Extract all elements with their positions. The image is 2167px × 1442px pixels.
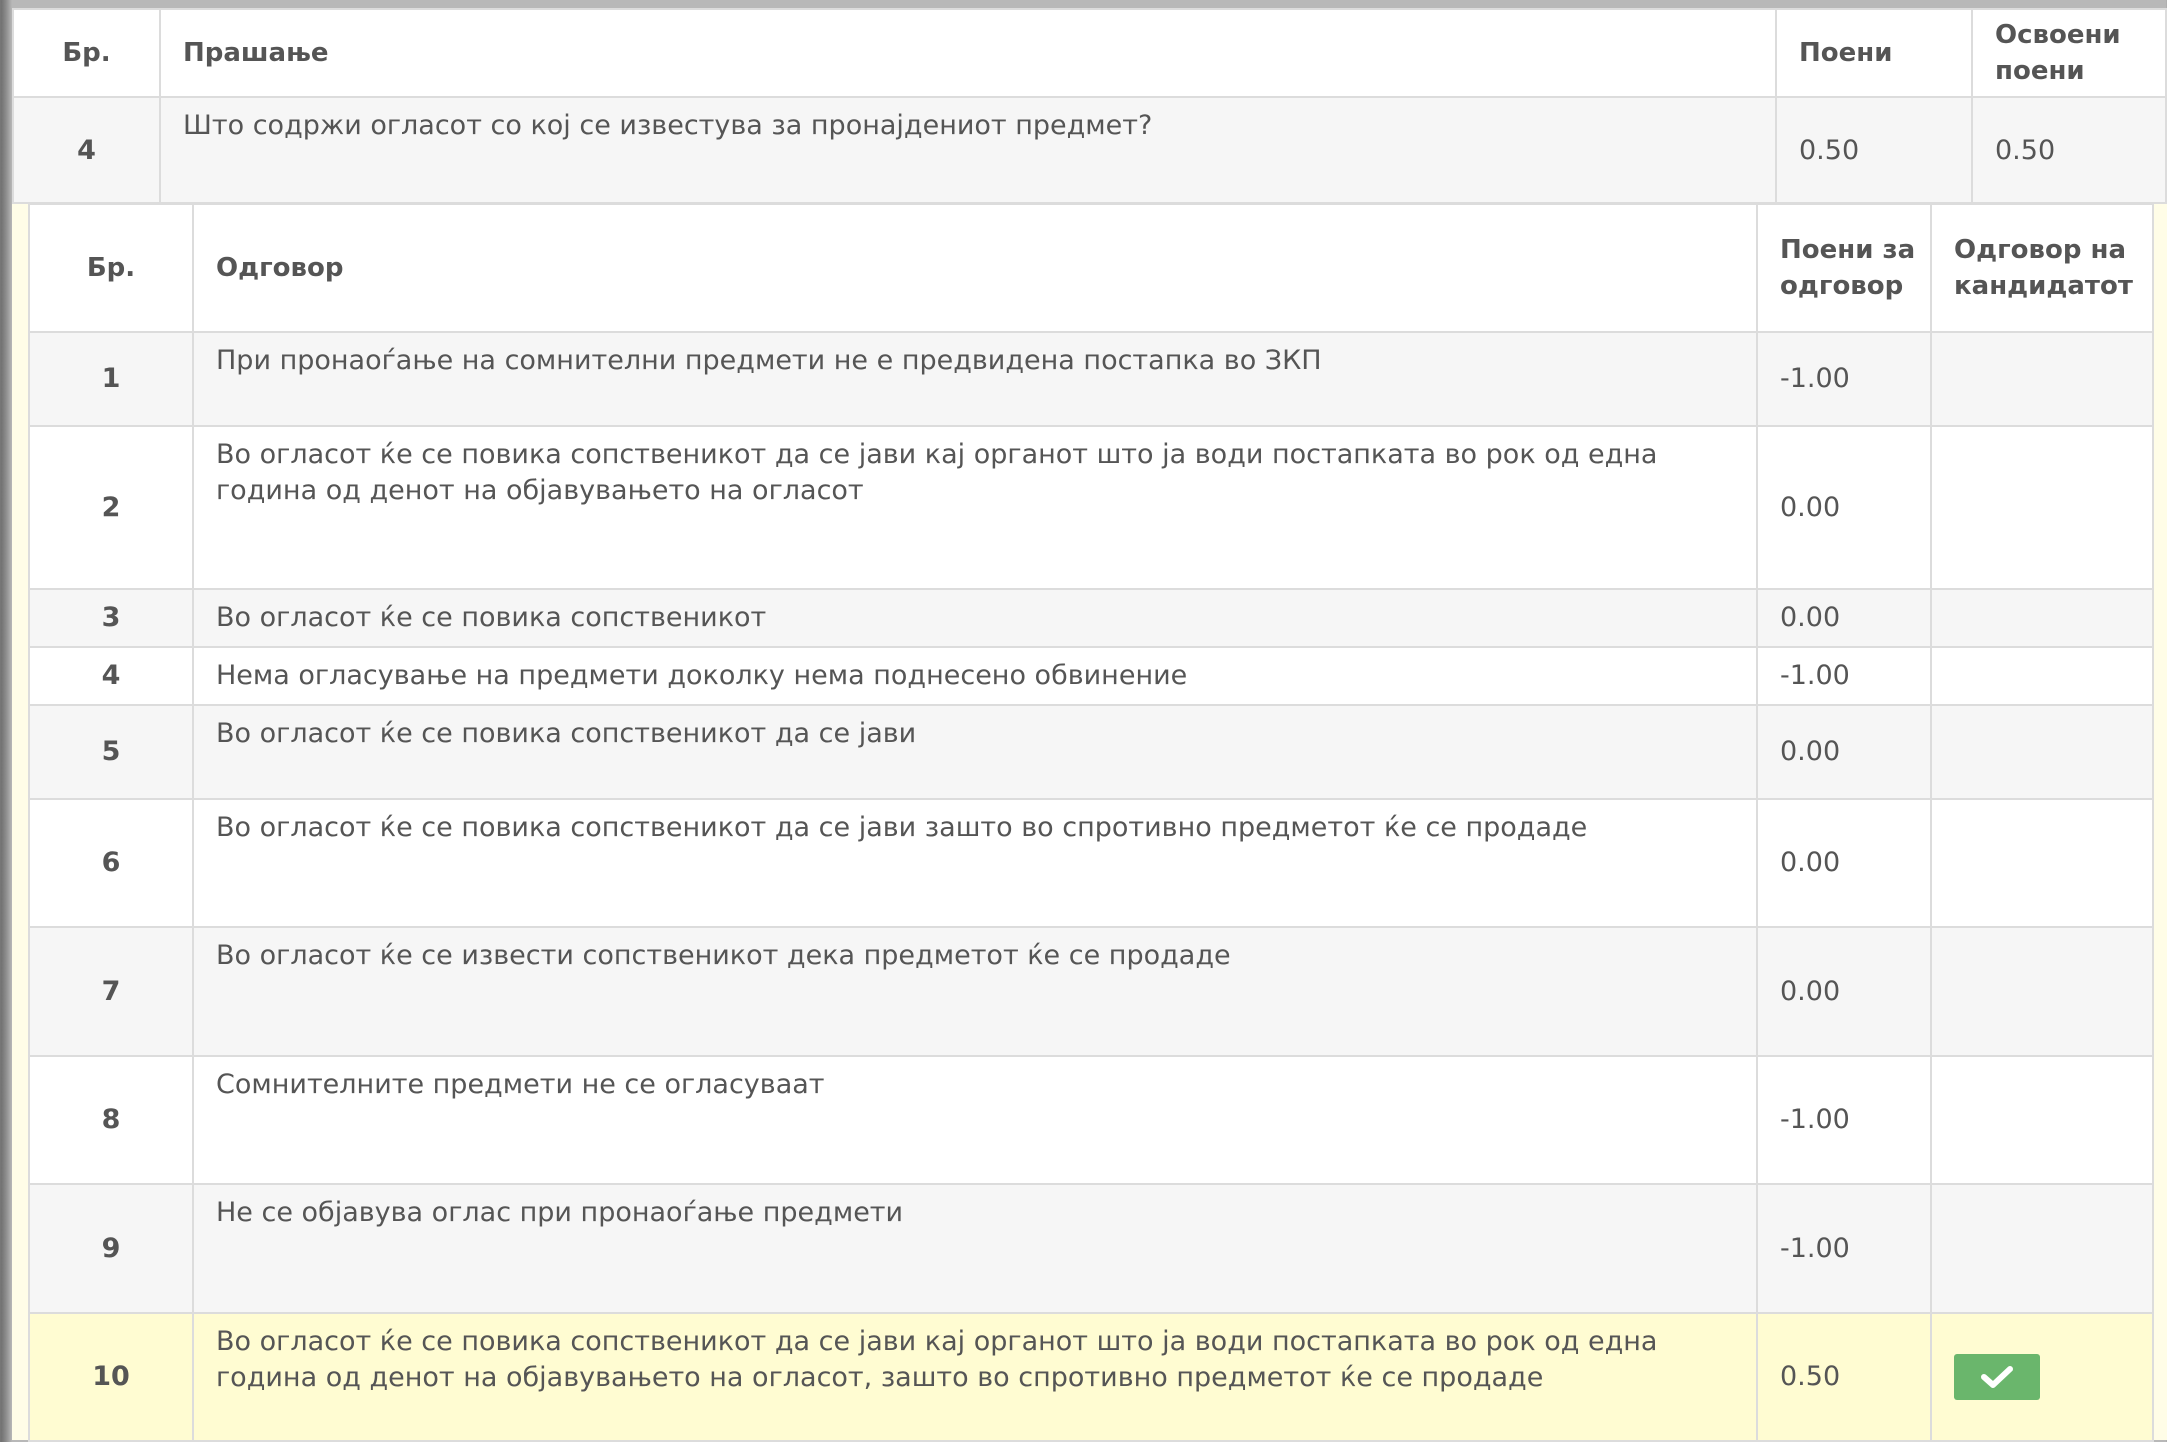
candidate-answer-cell — [1930, 425, 2154, 590]
answer-row: 5 Во огласот ќе се повика сопственикот д… — [28, 704, 2154, 800]
answer-text: Не се објавува оглас при пронаоѓање пред… — [192, 1183, 1758, 1314]
answer-text: Во огласот ќе се повика сопственикот да … — [192, 798, 1758, 928]
answer-row: 3 Во огласот ќе се повика сопственикот 0… — [28, 588, 2154, 648]
candidate-answer-cell — [1930, 1055, 2154, 1185]
answer-points: 0.00 — [1756, 704, 1932, 800]
answer-points: 0.00 — [1756, 588, 1932, 648]
answer-row: 1 При пронаоѓање на сомнителни предмети … — [28, 331, 2154, 427]
answer-text: Во огласот ќе се повика сопственикот да … — [192, 1312, 1758, 1442]
answer-number: 3 — [28, 588, 194, 648]
answers-header-points: Поени за одговор — [1756, 203, 1932, 333]
answer-text: Во огласот ќе се повика сопственикот да … — [192, 425, 1758, 590]
answers-header-answer: Одговор — [192, 203, 1758, 333]
results-panel: Бр. Прашање Поени Освоени поени 4 Што со… — [12, 8, 2167, 1442]
answer-row: 2 Во огласот ќе се повика сопственикот д… — [28, 425, 2154, 590]
answer-points: 0.00 — [1756, 798, 1932, 928]
header-number: Бр. — [12, 8, 161, 98]
answer-text: Во огласот ќе се извести сопственикот де… — [192, 926, 1758, 1057]
question-text: Што содржи огласот со кој се известува з… — [159, 96, 1777, 204]
candidate-answer-cell — [1930, 798, 2154, 928]
answer-points: 0.50 — [1756, 1312, 1932, 1442]
header-earned-points: Освоени поени — [1971, 8, 2167, 98]
answer-number: 7 — [28, 926, 194, 1057]
check-icon — [1981, 1366, 2013, 1388]
answer-text: При пронаоѓање на сомнителни предмети не… — [192, 331, 1758, 427]
answer-row: 8 Сомнителните предмети не се огласуваат… — [28, 1055, 2154, 1185]
header-question: Прашање — [159, 8, 1777, 98]
answers-header-number: Бр. — [28, 203, 194, 333]
answer-number: 10 — [28, 1312, 194, 1442]
answer-points: -1.00 — [1756, 646, 1932, 706]
answer-text: Во огласот ќе се повика сопственикот — [192, 588, 1758, 648]
answer-number: 6 — [28, 798, 194, 928]
question-table: Бр. Прашање Поени Освоени поени 4 Што со… — [12, 8, 2167, 204]
answer-points: -1.00 — [1756, 1183, 1932, 1314]
candidate-answer-cell — [1930, 588, 2154, 648]
candidate-answer-cell — [1930, 704, 2154, 800]
answer-row: 7 Во огласот ќе се извести сопственикот … — [28, 926, 2154, 1057]
answer-points: 0.00 — [1756, 425, 1932, 590]
answer-number: 4 — [28, 646, 194, 706]
answer-points: 0.00 — [1756, 926, 1932, 1057]
question-number: 4 — [12, 96, 161, 204]
question-row: 4 Што содржи огласот со кој се известува… — [12, 96, 2167, 204]
answer-row: 4 Нема огласување на предмети доколку не… — [28, 646, 2154, 706]
header-points: Поени — [1775, 8, 1973, 98]
answers-header-row: Бр. Одговор Поени за одговор Одговор на … — [28, 203, 2154, 333]
answer-row: 9 Не се објавува оглас при пронаоѓање пр… — [28, 1183, 2154, 1314]
answer-number: 9 — [28, 1183, 194, 1314]
answers-header-candidate: Одговор на кандидатот — [1930, 203, 2154, 333]
answer-points: -1.00 — [1756, 1055, 1932, 1185]
candidate-answer-cell — [1930, 1312, 2154, 1442]
candidate-answer-cell — [1930, 646, 2154, 706]
candidate-answer-check-button[interactable] — [1954, 1354, 2040, 1400]
candidate-answer-cell — [1930, 926, 2154, 1057]
candidate-answer-cell — [1930, 1183, 2154, 1314]
question-points: 0.50 — [1775, 96, 1973, 204]
answer-number: 1 — [28, 331, 194, 427]
answer-text: Нема огласување на предмети доколку нема… — [192, 646, 1758, 706]
answer-row: 6 Во огласот ќе се повика сопственикот д… — [28, 798, 2154, 928]
answer-number: 2 — [28, 425, 194, 590]
answer-number: 8 — [28, 1055, 194, 1185]
answer-text: Во огласот ќе се повика сопственикот да … — [192, 704, 1758, 800]
answers-table: Бр. Одговор Поени за одговор Одговор на … — [28, 203, 2154, 1442]
candidate-answer-cell — [1930, 331, 2154, 427]
answer-number: 5 — [28, 704, 194, 800]
answer-row-selected: 10 Во огласот ќе се повика сопственикот … — [28, 1312, 2154, 1442]
question-earned-points: 0.50 — [1971, 96, 2167, 204]
question-header-row: Бр. Прашање Поени Освоени поени — [12, 8, 2167, 98]
answer-text: Сомнителните предмети не се огласуваат — [192, 1055, 1758, 1185]
answer-points: -1.00 — [1756, 331, 1932, 427]
